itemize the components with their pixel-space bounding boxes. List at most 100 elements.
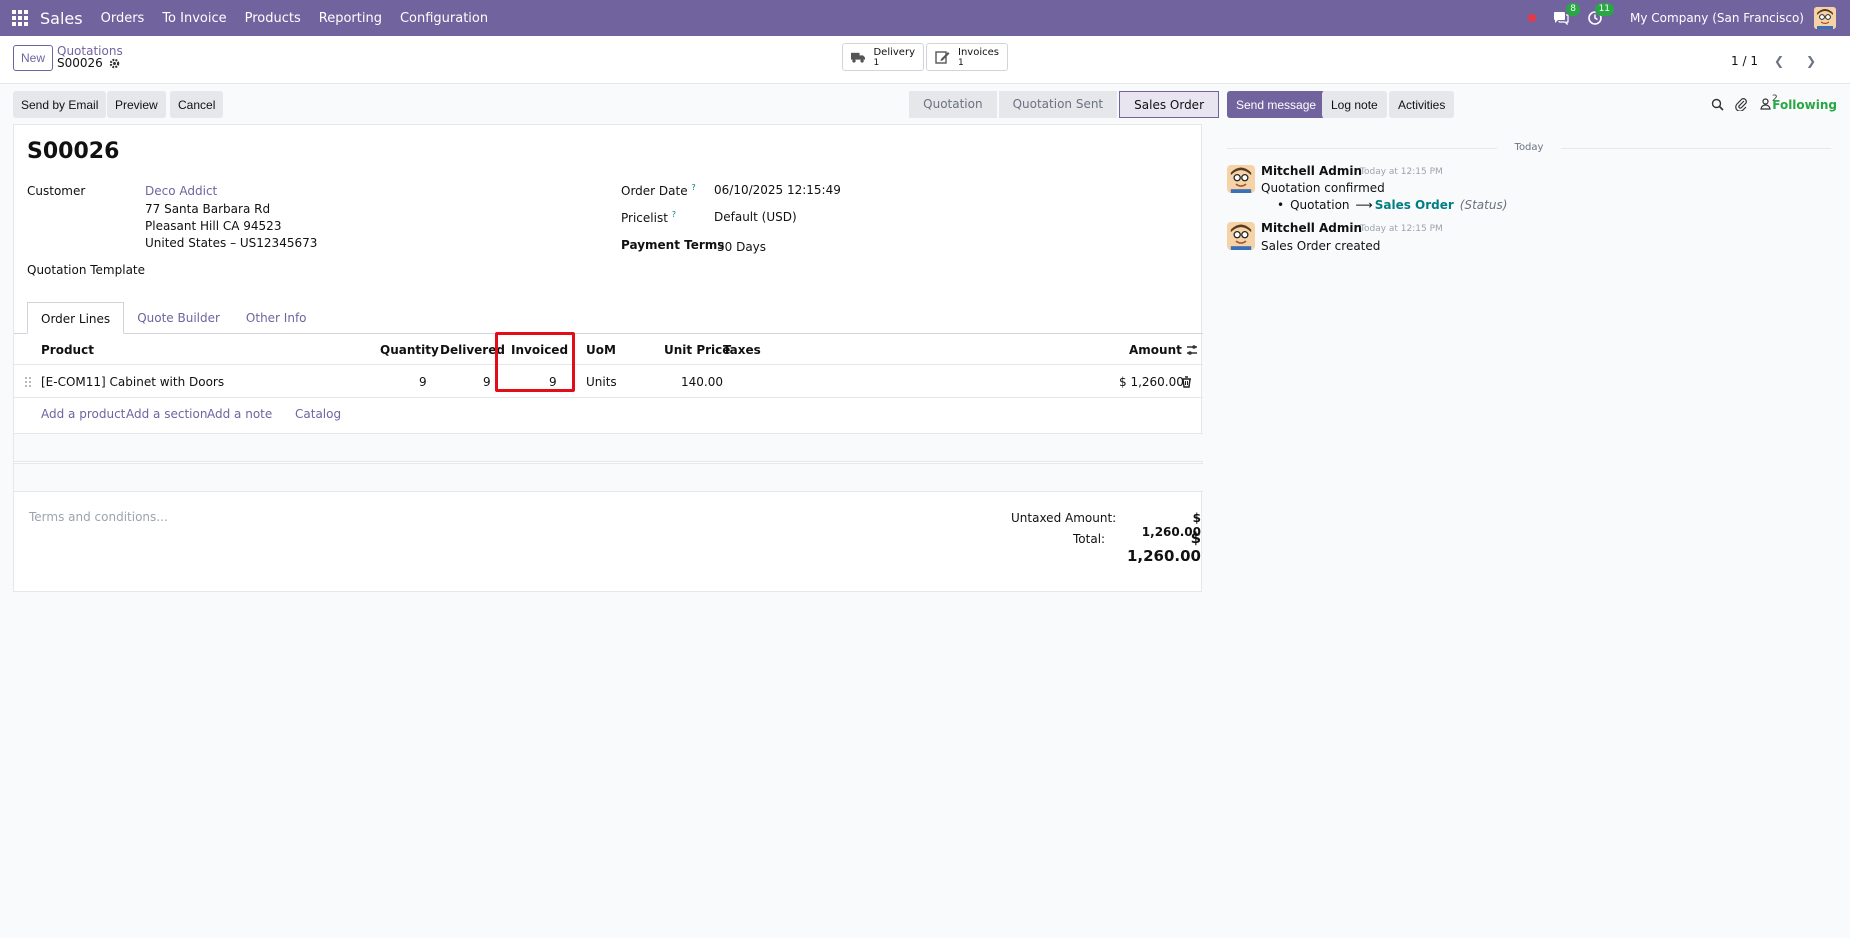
user-avatar[interactable]	[1814, 7, 1836, 29]
activity-clock-icon[interactable]: 11	[1584, 3, 1615, 29]
author-avatar[interactable]	[1227, 222, 1255, 250]
chat-icon[interactable]: 8	[1550, 3, 1581, 29]
order-date-label: Order Date ?	[621, 183, 696, 198]
add-note-link[interactable]: Add a note	[207, 407, 272, 421]
paperclip-icon[interactable]	[1735, 97, 1748, 111]
pricelist-help-icon[interactable]: ?	[672, 210, 676, 219]
pricelist-value[interactable]: Default (USD)	[714, 210, 797, 224]
order-date-help-icon[interactable]: ?	[691, 183, 695, 192]
status-quotation[interactable]: Quotation	[909, 91, 997, 118]
control-panel: New Quotations S00026 Delivery 1 Invoice…	[0, 36, 1850, 84]
app-grid-icon[interactable]	[0, 0, 40, 36]
breadcrumb-current-label: S00026	[57, 56, 103, 70]
header-divider	[14, 364, 1203, 365]
preview-button[interactable]: Preview	[107, 91, 166, 118]
menu-reporting[interactable]: Reporting	[319, 11, 382, 26]
tracking-new: Sales Order	[1374, 198, 1454, 212]
customer-link[interactable]: Deco Addict	[145, 184, 217, 198]
pager-previous-icon[interactable]: ❮	[1768, 50, 1790, 72]
company-switcher[interactable]: My Company (San Francisco)	[1630, 11, 1804, 25]
tab-other-info[interactable]: Other Info	[233, 302, 320, 334]
cancel-button[interactable]: Cancel	[170, 91, 224, 118]
untaxed-amount-label: Untaxed Amount:	[1011, 511, 1117, 525]
invoices-label: Invoices	[958, 46, 999, 58]
breadcrumb-current: S00026	[57, 56, 120, 70]
pager-next-icon[interactable]: ❯	[1800, 50, 1822, 72]
catalog-link[interactable]: Catalog	[295, 407, 341, 421]
recording-indicator-icon[interactable]	[1528, 14, 1537, 22]
tab-quote-builder[interactable]: Quote Builder	[124, 302, 233, 334]
chatter: Send message Log note Activities 2 Follo…	[1227, 84, 1843, 384]
delivery-label: Delivery	[873, 46, 915, 58]
menu-orders[interactable]: Orders	[101, 11, 145, 26]
address-line-2: Pleasant Hill CA 94523	[145, 219, 282, 233]
form-action-row: Send by Email Preview Cancel Quotation Q…	[0, 84, 1219, 124]
chat-badge: 8	[1566, 3, 1581, 16]
date-separator: Today	[1227, 142, 1831, 153]
message-author[interactable]: Mitchell Admin	[1261, 221, 1362, 235]
menu-to-invoice[interactable]: To Invoice	[162, 11, 226, 26]
line-amount: $ 1,260.00	[1119, 375, 1184, 389]
app-name[interactable]: Sales	[40, 9, 83, 28]
col-taxes[interactable]: Taxes	[723, 343, 761, 357]
message-time: Today at 12:15 PM	[1360, 224, 1443, 234]
top-navbar: Sales Orders To Invoice Products Reporti…	[0, 0, 1850, 36]
message-body: Quotation confirmed	[1261, 181, 1385, 195]
col-quantity[interactable]: Quantity	[380, 343, 439, 357]
followers-icon[interactable]	[1760, 98, 1771, 110]
add-product-link[interactable]: Add a product	[41, 407, 125, 421]
pager: 1 / 1 ❮ ❯	[1731, 50, 1822, 72]
empty-row-band	[14, 433, 1203, 462]
line-quantity[interactable]: 9	[419, 375, 427, 389]
delivery-smart-button[interactable]: Delivery 1	[842, 43, 924, 71]
terms-input[interactable]: Terms and conditions...	[29, 510, 168, 524]
line-uom[interactable]: Units	[586, 375, 617, 389]
optional-columns-icon[interactable]	[1186, 344, 1198, 356]
trash-icon[interactable]	[1181, 376, 1192, 388]
bullet: •	[1277, 198, 1285, 212]
col-amount[interactable]: Amount	[1129, 343, 1182, 357]
drag-handle-icon[interactable]	[24, 376, 32, 388]
following-button[interactable]: Following	[1772, 98, 1837, 112]
pricelist-label: Pricelist ?	[621, 210, 676, 225]
send-message-button[interactable]: Send message	[1227, 91, 1326, 118]
menu-configuration[interactable]: Configuration	[400, 11, 488, 26]
new-button[interactable]: New	[13, 45, 53, 71]
form-tabs: Order Lines Quote Builder Other Info	[27, 302, 320, 334]
invoices-count: 1	[958, 57, 964, 68]
log-note-button[interactable]: Log note	[1322, 91, 1387, 118]
status-bar: Quotation Quotation Sent Sales Order	[909, 91, 1219, 118]
line-product[interactable]: [E-COM11] Cabinet with Doors	[41, 375, 224, 389]
payment-terms-label: Payment Terms	[621, 238, 725, 252]
col-product[interactable]: Product	[41, 343, 94, 357]
address-line-3: United States – US12345673	[145, 236, 318, 250]
line-delivered[interactable]: 9	[483, 375, 491, 389]
search-icon[interactable]	[1711, 98, 1724, 111]
truck-icon	[851, 52, 866, 63]
add-section-link[interactable]: Add a section	[126, 407, 207, 421]
payment-terms-value[interactable]: 30 Days	[717, 240, 766, 254]
status-sales-order[interactable]: Sales Order	[1119, 91, 1219, 118]
order-date-label-text: Order Date	[621, 184, 688, 198]
line-unit-price[interactable]: 140.00	[681, 375, 723, 389]
order-date-value[interactable]: 06/10/2025 12:15:49	[714, 183, 841, 197]
tab-order-lines[interactable]: Order Lines	[27, 302, 125, 334]
tracking-old: Quotation	[1290, 198, 1350, 212]
arrow-right-icon: ⟶	[1355, 198, 1373, 212]
invoices-smart-button[interactable]: Invoices 1	[926, 43, 1008, 71]
send-by-email-button[interactable]: Send by Email	[13, 91, 107, 118]
col-unit-price[interactable]: Unit Price	[664, 343, 730, 357]
menu-products[interactable]: Products	[245, 11, 301, 26]
tracking-field: (Status)	[1459, 198, 1508, 212]
delivery-count: 1	[873, 57, 880, 68]
order-reference: S00026	[27, 139, 120, 164]
status-quotation-sent[interactable]: Quotation Sent	[998, 91, 1118, 118]
author-avatar[interactable]	[1227, 165, 1255, 193]
customer-label: Customer	[27, 184, 86, 198]
pager-value[interactable]: 1 / 1	[1731, 54, 1758, 68]
activities-button[interactable]: Activities	[1389, 91, 1455, 118]
gear-icon[interactable]	[109, 58, 120, 69]
col-uom[interactable]: UoM	[586, 343, 616, 357]
message-author[interactable]: Mitchell Admin	[1261, 164, 1362, 178]
address-line-1: 77 Santa Barbara Rd	[145, 202, 271, 216]
